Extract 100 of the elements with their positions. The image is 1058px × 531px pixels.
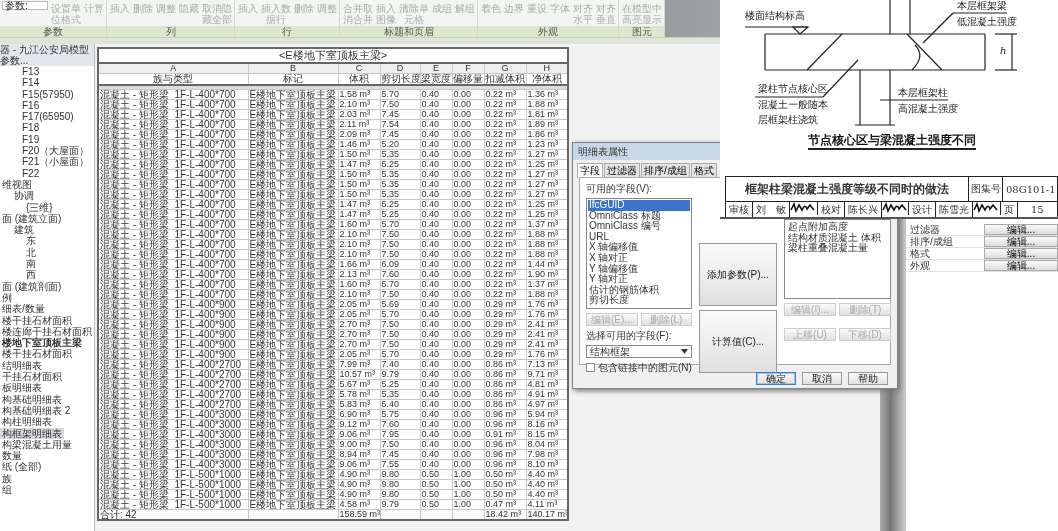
tree-item[interactable]: 楼连廊干挂石材面积 [0, 325, 94, 338]
tree-item[interactable]: 面 (建筑剖面) [0, 280, 64, 292]
table-cell: 4.91 m³ [526, 389, 569, 399]
field-list[interactable]: 起点附加高度 结构材质混凝土 体积 梁柱重叠混凝土量 [784, 219, 891, 299]
tree-item[interactable]: F21（小屋面） [20, 156, 92, 168]
tree-item[interactable]: 数量 [0, 450, 24, 462]
tree-item[interactable]: F13 [20, 66, 42, 78]
tree-item[interactable]: F18 [20, 122, 42, 134]
table-cell: 0.00 [452, 179, 484, 189]
group-label: 标题和页眉 [340, 26, 477, 37]
edit-button[interactable]: 编辑... [984, 260, 1058, 271]
edit-button[interactable]: 编辑... [984, 224, 1058, 235]
tree-item[interactable]: 例 [0, 291, 14, 304]
table-cell: 0.00 [452, 429, 484, 439]
table-cell: 0.96 m³ [484, 409, 526, 419]
table-cell: 7.54 [380, 119, 420, 129]
list-item[interactable]: OmniClass 标题 [588, 210, 662, 222]
table-cell: 0.40 [420, 309, 452, 319]
tree-item[interactable]: 组 [0, 484, 14, 496]
tree-item[interactable]: 协调 [12, 190, 36, 202]
tree-item[interactable]: 楼干挂石材面积 [0, 348, 74, 360]
tree-item[interactable]: 细表/数量 [0, 303, 47, 315]
column-letter: C [338, 63, 380, 74]
dialog-button[interactable]: 取消 [802, 372, 842, 385]
list-item[interactable]: Y 轴偏移值 [588, 263, 640, 275]
table-cell: 7.55 [380, 459, 420, 469]
tree-item[interactable]: {三维} [24, 201, 55, 213]
tree-item[interactable]: 南 [24, 258, 38, 270]
signature-drawing [790, 202, 816, 213]
tree-item[interactable]: 构基础明细表 2 [0, 404, 73, 417]
dialog-button[interactable]: 计算值(C)... [699, 310, 777, 373]
tree-item[interactable]: 楼干挂石材面积 [0, 314, 74, 326]
tab[interactable]: 排序/成组 [641, 163, 690, 177]
checkbox[interactable] [586, 363, 595, 372]
title-block-cell-text: 15 [1029, 203, 1045, 217]
list-item[interactable]: 起点附加高度 [787, 222, 849, 233]
list-item[interactable]: X 轴对正 [588, 252, 630, 264]
table-cell: 5.69 [380, 299, 420, 309]
table-cell: 1.50 m³ [338, 169, 380, 179]
tree-item[interactable]: 纸 (全部) [0, 461, 44, 473]
table-cell: 0.29 m³ [484, 299, 526, 309]
tree-item[interactable]: F14 [20, 77, 42, 89]
tree-item[interactable]: 干挂石材面积 [0, 371, 64, 383]
table-cell: 1.27 m³ [526, 179, 569, 189]
tab[interactable]: 格式 [690, 163, 717, 177]
table-cell: 1.89 m³ [526, 119, 569, 129]
edit-button[interactable]: 编辑... [984, 236, 1058, 247]
tree-item[interactable]: 建筑 [12, 224, 36, 236]
tree-item[interactable]: 维视图 [0, 178, 34, 191]
list-item[interactable]: IfcGUID [588, 200, 690, 211]
list-item[interactable]: 剪切长度 [588, 295, 630, 306]
table-cell: 0.40 [420, 229, 452, 239]
tree-item[interactable]: 结明细表 [0, 359, 44, 371]
tree-item[interactable]: 族 [0, 472, 14, 484]
tree-item[interactable]: 面 (建筑立面) [0, 212, 64, 225]
table-cell: 0.00 [452, 459, 484, 469]
list-item[interactable]: URL [588, 231, 610, 243]
dialog-button[interactable]: 帮助 [848, 372, 888, 385]
tree-item[interactable]: 构框架明细表 [0, 427, 64, 439]
title-block-label: 图集号 [969, 177, 1003, 201]
tree-item[interactable]: 北 [24, 246, 38, 259]
list-item[interactable]: X 轴偏移值 [588, 242, 640, 253]
tree-item[interactable]: 西 [24, 269, 38, 281]
table-cell: 7.45 [380, 129, 420, 139]
tree-item[interactable]: 东 [24, 235, 38, 247]
tree-item[interactable]: 构梁混凝土用量 [0, 438, 74, 451]
table-cell: 0.00 [452, 239, 484, 249]
property-label: 过滤器 [909, 224, 941, 235]
table-cell: 7.50 [380, 339, 420, 349]
tab[interactable]: 过滤器 [604, 163, 640, 177]
list-item[interactable]: Y 轴对正 [588, 274, 630, 285]
column-letter: A [98, 63, 248, 74]
tree-item[interactable]: 构基础明细表 [0, 393, 64, 405]
table-cell: 1.76 m³ [526, 299, 569, 309]
list-item[interactable]: 梁柱重叠混凝土量 [787, 243, 869, 254]
parameter-dropdown[interactable]: 参数: [2, 1, 48, 10]
tree-item[interactable]: F19 [20, 133, 42, 146]
tree-item[interactable]: F17(65950) [20, 111, 76, 123]
field-list[interactable]: IfcGUID OmniClass 标题 OmniClass 编号 URL X 轴偏移值 X 轴对正 Y 轴偏移值 Y 轴对正 估计的钢筋体积 剪切长度 [586, 198, 692, 309]
tree-item[interactable]: 板明细表 [0, 382, 44, 394]
table-cell: 1.81 m³ [526, 109, 569, 119]
dialog-button[interactable]: 添加参数(P)... [699, 243, 777, 306]
table-cell: 8.94 m³ [338, 449, 380, 459]
tree-item[interactable]: F22 [20, 167, 42, 179]
table-cell: 1.47 m³ [338, 199, 380, 209]
table-cell: 0.00 [452, 419, 484, 429]
tree-item[interactable]: F16 [20, 99, 42, 112]
table-cell: 0.40 [420, 349, 452, 359]
tree-item[interactable]: F20（大屋面） [20, 145, 92, 157]
category-dropdown[interactable]: 结构框架 [586, 345, 692, 358]
table-cell: 1.50 m³ [338, 179, 380, 189]
table-cell: 9.80 [380, 489, 420, 499]
table-cell: 0.40 [420, 339, 452, 349]
dialog-button[interactable]: 确定 [756, 372, 796, 385]
tree-item[interactable]: 楼地下室顶板主梁 [0, 337, 84, 349]
table-cell: 2.05 m³ [338, 349, 380, 359]
edit-button[interactable]: 编辑... [984, 248, 1058, 259]
tree-item[interactable]: F15(57950) [20, 88, 76, 100]
list-item[interactable]: OmniClass 编号 [588, 221, 662, 232]
tree-item[interactable]: 构柱明细表 [0, 416, 54, 428]
